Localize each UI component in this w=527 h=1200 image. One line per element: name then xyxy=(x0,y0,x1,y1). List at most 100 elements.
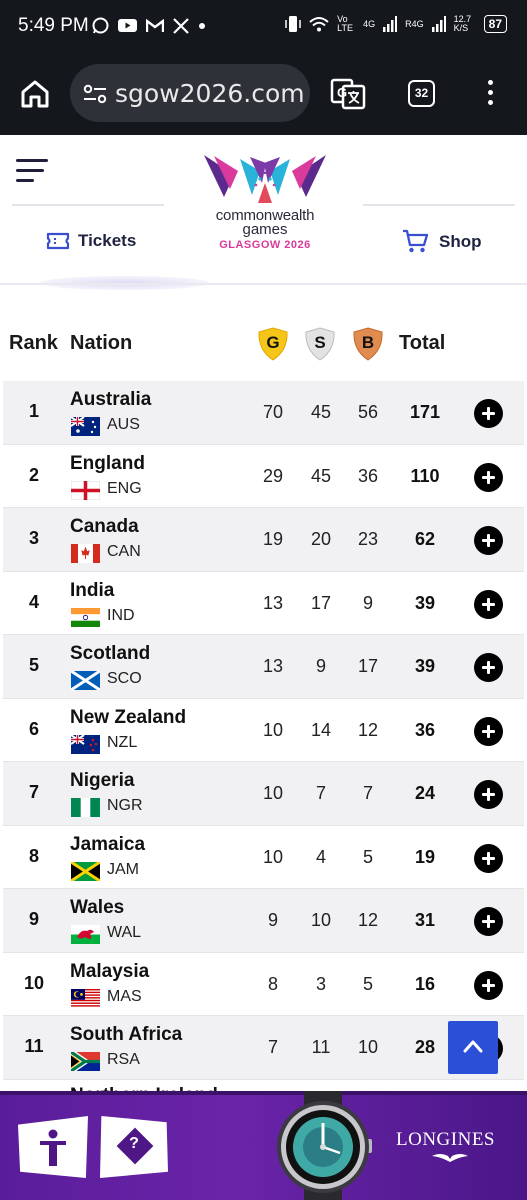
bronze-count: 7 xyxy=(362,783,373,803)
expand-row-plus-icon[interactable] xyxy=(474,589,503,619)
total-column-header: Total xyxy=(399,332,446,354)
cwg-emblem-icon xyxy=(204,155,326,203)
network-label-1: Vo LTE xyxy=(337,14,353,33)
silver-count: 45 xyxy=(310,465,332,486)
table-row[interactable]: 2 England ENG 29 45 36 110 xyxy=(3,445,524,508)
table-row[interactable]: 10 Malaysia MAS 8 3 5 16 xyxy=(3,953,524,1016)
medal-table-body: 1 Australia AUS 70 45 56 171 2 England ENG 29 45 36 1… xyxy=(3,381,524,1080)
flag-icon xyxy=(71,417,100,436)
silver-count: 3 xyxy=(315,973,326,994)
shop-label: Shop xyxy=(439,231,482,251)
expand-row-plus-icon[interactable] xyxy=(474,843,503,873)
x-icon xyxy=(173,17,189,34)
overflow-menu-icon[interactable] xyxy=(488,80,494,110)
expand-row-plus-icon[interactable] xyxy=(474,780,503,809)
browser-toolbar: sgow2026.com G 32 xyxy=(0,52,527,135)
table-row[interactable]: 11 South Africa RSA 7 11 10 28 xyxy=(3,1016,524,1080)
data-speed: 12.7 K/S xyxy=(453,14,472,33)
expand-row-plus-icon[interactable] xyxy=(474,907,503,936)
flag-icon xyxy=(71,988,100,1008)
gold-column-header[interactable]: G xyxy=(256,326,290,362)
total-count: 39 xyxy=(414,656,436,676)
silver-count: 14 xyxy=(310,719,332,740)
translate-icon[interactable]: G xyxy=(330,78,366,110)
bronze-column-header[interactable]: B xyxy=(351,326,385,362)
table-row[interactable]: 6 New Zealand NZL 10 14 12 36 xyxy=(3,699,524,762)
rank-cell: 10 xyxy=(23,972,45,993)
commonwealth-games-logo[interactable]: commonwealth games GLASGOW 2026 xyxy=(195,153,335,251)
silver-count: 9 xyxy=(315,656,326,676)
network-label-2: 4G xyxy=(363,19,376,29)
tab-switcher-button[interactable]: 32 xyxy=(408,80,435,107)
rank-column-header: Rank xyxy=(9,332,58,354)
nation-code: AUS xyxy=(107,416,140,433)
silver-count: 20 xyxy=(310,529,332,549)
bronze-count: 9 xyxy=(362,592,373,613)
site-settings-icon[interactable] xyxy=(83,84,107,104)
accessibility-icon xyxy=(40,1129,66,1166)
longines-ad-banner[interactable]: ? LONGINES xyxy=(0,1091,527,1200)
nation-code: SCO xyxy=(107,670,142,687)
ticket-icon xyxy=(46,232,70,250)
flag-icon xyxy=(71,480,100,500)
rank-cell: 8 xyxy=(28,845,39,866)
tickets-link[interactable]: Tickets xyxy=(46,231,136,251)
help-button[interactable]: ? xyxy=(100,1116,168,1178)
expand-row-plus-icon[interactable] xyxy=(474,716,503,746)
back-to-top-button[interactable] xyxy=(448,1021,498,1074)
site-header: commonwealth games GLASGOW 2026 Tickets … xyxy=(0,135,527,290)
gold-count: 7 xyxy=(267,1037,278,1057)
expand-row-plus-icon[interactable] xyxy=(474,653,503,682)
rank-cell: 11 xyxy=(24,1036,44,1056)
nation-name: South Africa xyxy=(70,1024,183,1045)
table-row[interactable]: 1 Australia AUS 70 45 56 171 xyxy=(3,381,524,445)
flag-icon xyxy=(71,925,100,944)
gold-count: 13 xyxy=(262,592,284,613)
longines-logo: LONGINES xyxy=(396,1129,495,1150)
table-row[interactable]: 5 Scotland SCO 13 9 17 39 xyxy=(3,635,524,699)
rank-cell: 4 xyxy=(28,591,39,612)
url-text: sgow2026.com xyxy=(115,79,305,108)
table-row[interactable]: 7 Nigeria NGR 10 7 7 24 xyxy=(3,762,524,826)
nation-code: WAL xyxy=(107,924,142,941)
vibrate-icon xyxy=(285,16,301,32)
signal-icon xyxy=(383,16,398,32)
nation-code: NZL xyxy=(107,733,138,751)
rank-cell: 6 xyxy=(28,718,39,739)
header-divider-left xyxy=(12,204,164,206)
bronze-count: 17 xyxy=(357,656,379,676)
expand-row-plus-icon[interactable] xyxy=(474,526,503,555)
gold-count: 10 xyxy=(262,719,284,740)
gold-count: 10 xyxy=(262,846,284,867)
rank-cell: 9 xyxy=(28,909,39,929)
youtube-icon xyxy=(118,19,137,32)
silver-medal-letter: S xyxy=(314,333,326,352)
hamburger-menu-icon[interactable] xyxy=(16,159,48,189)
total-count: 24 xyxy=(414,783,436,803)
expand-row-plus-icon[interactable] xyxy=(474,462,503,492)
expand-row-plus-icon[interactable] xyxy=(474,970,503,1000)
tickets-label: Tickets xyxy=(78,231,137,250)
nation-name: Nigeria xyxy=(70,770,135,791)
gmail-icon xyxy=(146,18,164,32)
nation-code: NGR xyxy=(107,797,143,814)
table-row[interactable]: 4 India IND 13 17 9 39 xyxy=(3,572,524,635)
gold-count: 13 xyxy=(262,656,284,676)
nation-name: Jamaica xyxy=(70,833,146,855)
expand-row-plus-icon[interactable] xyxy=(474,399,503,428)
total-count: 16 xyxy=(414,973,436,994)
flag-icon xyxy=(71,671,100,690)
table-row[interactable]: 8 Jamaica JAM 10 4 5 19 xyxy=(3,826,524,889)
accessibility-button[interactable] xyxy=(18,1116,88,1178)
bronze-count: 12 xyxy=(357,719,379,740)
table-row[interactable]: 9 Wales WAL 9 10 12 31 xyxy=(3,889,524,953)
home-icon[interactable] xyxy=(20,80,50,108)
bronze-count: 5 xyxy=(362,846,373,867)
shop-link[interactable]: Shop xyxy=(402,229,482,254)
total-count: 62 xyxy=(414,529,436,549)
silver-count: 45 xyxy=(310,402,332,422)
address-bar[interactable]: sgow2026.com xyxy=(70,64,310,122)
silver-column-header[interactable]: S xyxy=(303,326,337,362)
flag-icon xyxy=(71,861,100,881)
table-row[interactable]: 3 Canada CAN 19 20 23 62 xyxy=(3,508,524,572)
